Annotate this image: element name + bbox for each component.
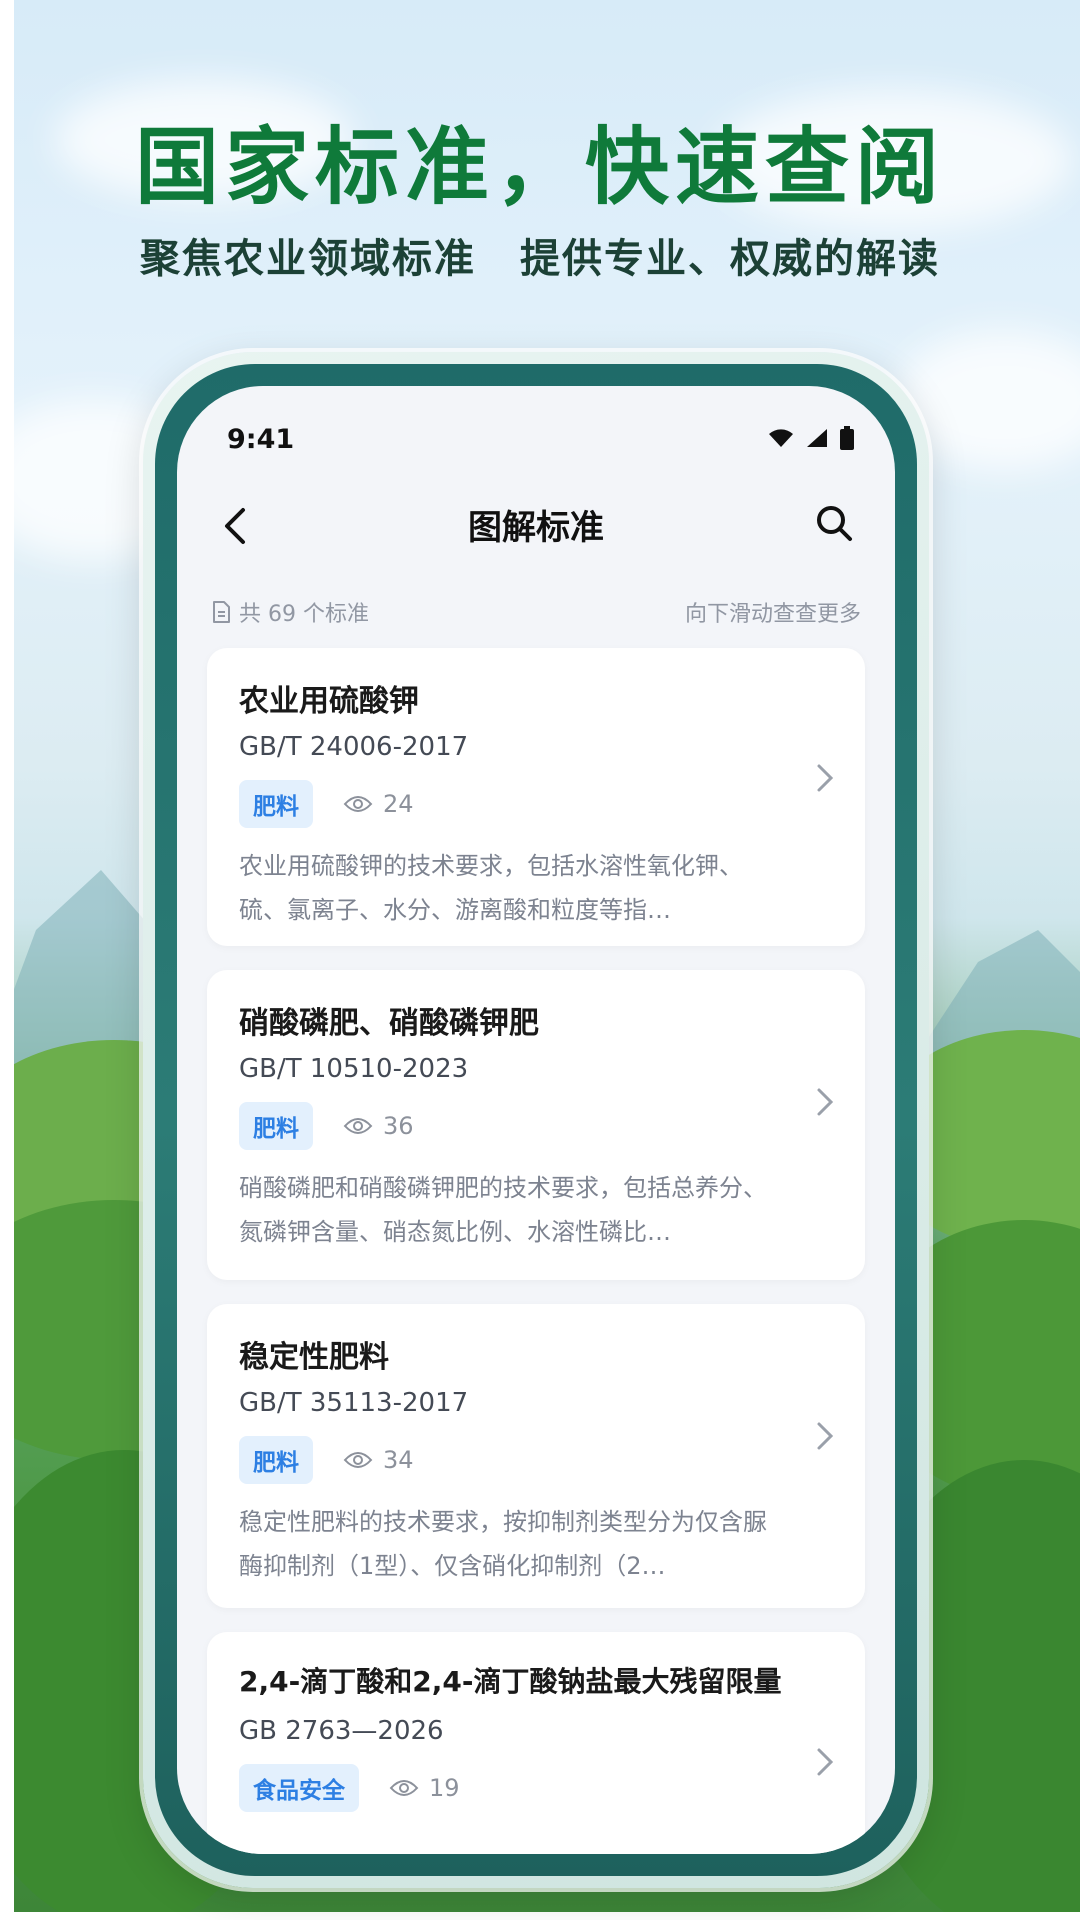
wifi-icon [769,429,793,447]
status-bar: 9:41 [227,424,855,464]
status-time: 9:41 [227,424,295,455]
standard-code: GB/T 35113-2017 [239,1388,469,1418]
card-tag-row: 肥料 36 [239,1102,414,1150]
page-title: 图解标准 [468,508,604,548]
standard-description: 农业用硫酸钾的技术要求，包括水溶性氧化钾、硫、氯离子、水分、游离酸和粒度等指… [239,852,743,924]
category-tag: 肥料 [239,1436,313,1484]
battery-icon [840,426,854,450]
standard-title: 硝酸磷肥、硝酸磷钾肥 [239,1006,539,1041]
view-count: 34 [343,1446,414,1474]
chevron-right-icon [817,1422,834,1450]
hero-subtitle-right: 提供专业、权威的解读 [520,236,940,282]
eye-icon [343,1118,373,1134]
chevron-right-icon [817,1088,834,1116]
nav-bar: 图解标准 [177,486,895,566]
phone-mockup: 9:41 图解标准 共 69 个标准 向下滑动查查更多 农业用硫酸钾 GB/T … [143,352,929,1888]
view-count-value: 24 [383,790,414,818]
card-tag-row: 肥料 24 [239,780,414,828]
standard-card[interactable]: 稳定性肥料 GB/T 35113-2017 肥料 34 稳定性肥料的技术要求，按… [207,1304,865,1608]
list-meta: 共 69 个标准 向下滑动查查更多 [211,596,861,632]
hero-title: 国家标准，快速查阅 [134,118,945,216]
standards-count: 共 69 个标准 [211,596,369,628]
card-tag-row: 食品安全 19 [239,1764,460,1812]
eye-icon [389,1780,419,1796]
count-text: 共 69 个标准 [239,602,369,627]
standard-code: GB/T 24006-2017 [239,732,469,762]
search-icon[interactable] [809,498,861,550]
scroll-hint: 向下滑动查查更多 [684,602,861,627]
standard-title: 农业用硫酸钾 [239,684,419,719]
view-count-value: 34 [383,1446,414,1474]
standard-code: GB/T 10510-2023 [239,1054,469,1084]
phone-screen: 9:41 图解标准 共 69 个标准 向下滑动查查更多 农业用硫酸钾 GB/T … [177,386,895,1854]
phone-bezel: 9:41 图解标准 共 69 个标准 向下滑动查查更多 农业用硫酸钾 GB/T … [155,364,917,1876]
standard-card[interactable]: 2,4-滴丁酸和2,4-滴丁酸钠盐最大残留限量 GB 2763—2026 食品安… [207,1632,865,1854]
view-count: 19 [389,1774,460,1802]
view-count: 24 [343,790,414,818]
eye-icon [343,1452,373,1468]
view-count: 36 [343,1112,414,1140]
view-count-value: 36 [383,1112,414,1140]
standard-description: 稳定性肥料的技术要求，按抑制剂类型分为仅含脲酶抑制剂（1型）、仅含硝化抑制剂（2… [239,1508,767,1580]
hero-subtitle: 聚焦农业领域标准 提供专业、权威的解读 [0,226,1080,284]
eye-icon [343,796,373,812]
chevron-right-icon [817,764,834,792]
chevron-right-icon [817,1748,834,1776]
category-tag: 肥料 [239,780,313,828]
standard-description: 硝酸磷肥和硝酸磷钾肥的技术要求，包括总养分、氮磷钾含量、硝态氮比例、水溶性磷比… [239,1174,767,1246]
hero-subtitle-left: 聚焦农业领域标准 [140,236,476,282]
status-icons [767,426,855,450]
document-icon [213,601,230,623]
card-tag-row: 肥料 34 [239,1436,414,1484]
view-count-value: 19 [429,1774,460,1802]
category-tag: 肥料 [239,1102,313,1150]
standard-code: GB 2763—2026 [239,1716,444,1746]
signal-icon [807,429,827,447]
standard-card[interactable]: 硝酸磷肥、硝酸磷钾肥 GB/T 10510-2023 肥料 36 硝酸磷肥和硝酸… [207,970,865,1280]
standard-title: 2,4-滴丁酸和2,4-滴丁酸钠盐最大残留限量 [239,1665,782,1698]
standard-title: 稳定性肥料 [239,1340,389,1375]
category-tag: 食品安全 [239,1764,359,1812]
standard-card[interactable]: 农业用硫酸钾 GB/T 24006-2017 肥料 24 农业用硫酸钾的技术要求… [207,648,865,946]
